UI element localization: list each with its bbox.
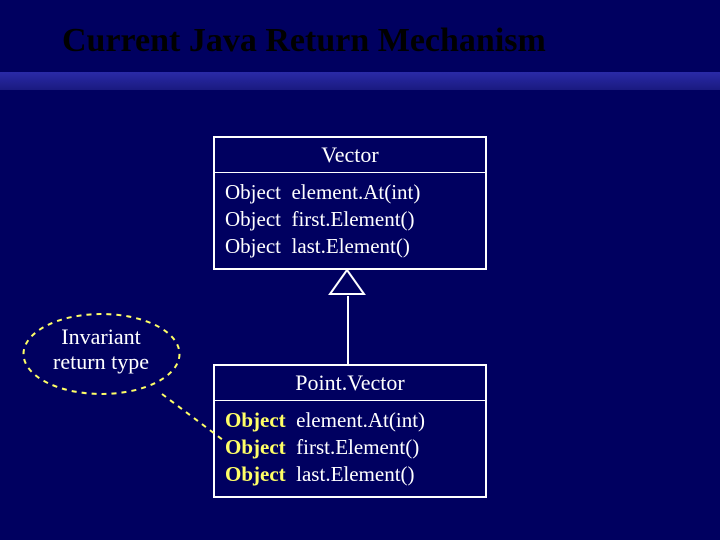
callout-label: Invariant return type bbox=[36, 324, 166, 375]
generalization-arrow-head-icon bbox=[328, 268, 366, 296]
uml-class-vector-name: Vector bbox=[215, 138, 485, 173]
uml-method-row: Object last.Element() bbox=[225, 461, 475, 488]
return-type: Object bbox=[225, 180, 281, 204]
return-type-highlighted: Object bbox=[225, 462, 286, 486]
uml-class-pointvector-body: Object element.At(int) Object first.Elem… bbox=[215, 401, 485, 496]
uml-class-vector: Vector Object element.At(int) Object fir… bbox=[213, 136, 487, 270]
method-signature: last.Element() bbox=[296, 462, 414, 486]
uml-method-row: Object element.At(int) bbox=[225, 407, 475, 434]
uml-class-vector-body: Object element.At(int) Object first.Elem… bbox=[215, 173, 485, 268]
uml-method-row: Object last.Element() bbox=[225, 233, 475, 260]
callout-line1: Invariant bbox=[61, 324, 140, 349]
uml-class-pointvector: Point.Vector Object element.At(int) Obje… bbox=[213, 364, 487, 498]
method-signature: first.Element() bbox=[296, 435, 419, 459]
callout-leader-line-icon bbox=[160, 392, 225, 442]
method-signature: first.Element() bbox=[291, 207, 414, 231]
generalization-arrow-line bbox=[347, 296, 349, 364]
uml-method-row: Object first.Element() bbox=[225, 434, 475, 461]
method-signature: element.At(int) bbox=[296, 408, 425, 432]
uml-method-row: Object element.At(int) bbox=[225, 179, 475, 206]
method-signature: last.Element() bbox=[291, 234, 409, 258]
uml-method-row: Object first.Element() bbox=[225, 206, 475, 233]
return-type: Object bbox=[225, 207, 281, 231]
return-type-highlighted: Object bbox=[225, 408, 286, 432]
return-type-highlighted: Object bbox=[225, 435, 286, 459]
slide-title: Current Java Return Mechanism bbox=[62, 22, 546, 60]
callout-line2: return type bbox=[53, 349, 149, 374]
return-type: Object bbox=[225, 234, 281, 258]
uml-class-pointvector-name: Point.Vector bbox=[215, 366, 485, 401]
title-underline-bar bbox=[0, 72, 720, 90]
method-signature: element.At(int) bbox=[291, 180, 420, 204]
